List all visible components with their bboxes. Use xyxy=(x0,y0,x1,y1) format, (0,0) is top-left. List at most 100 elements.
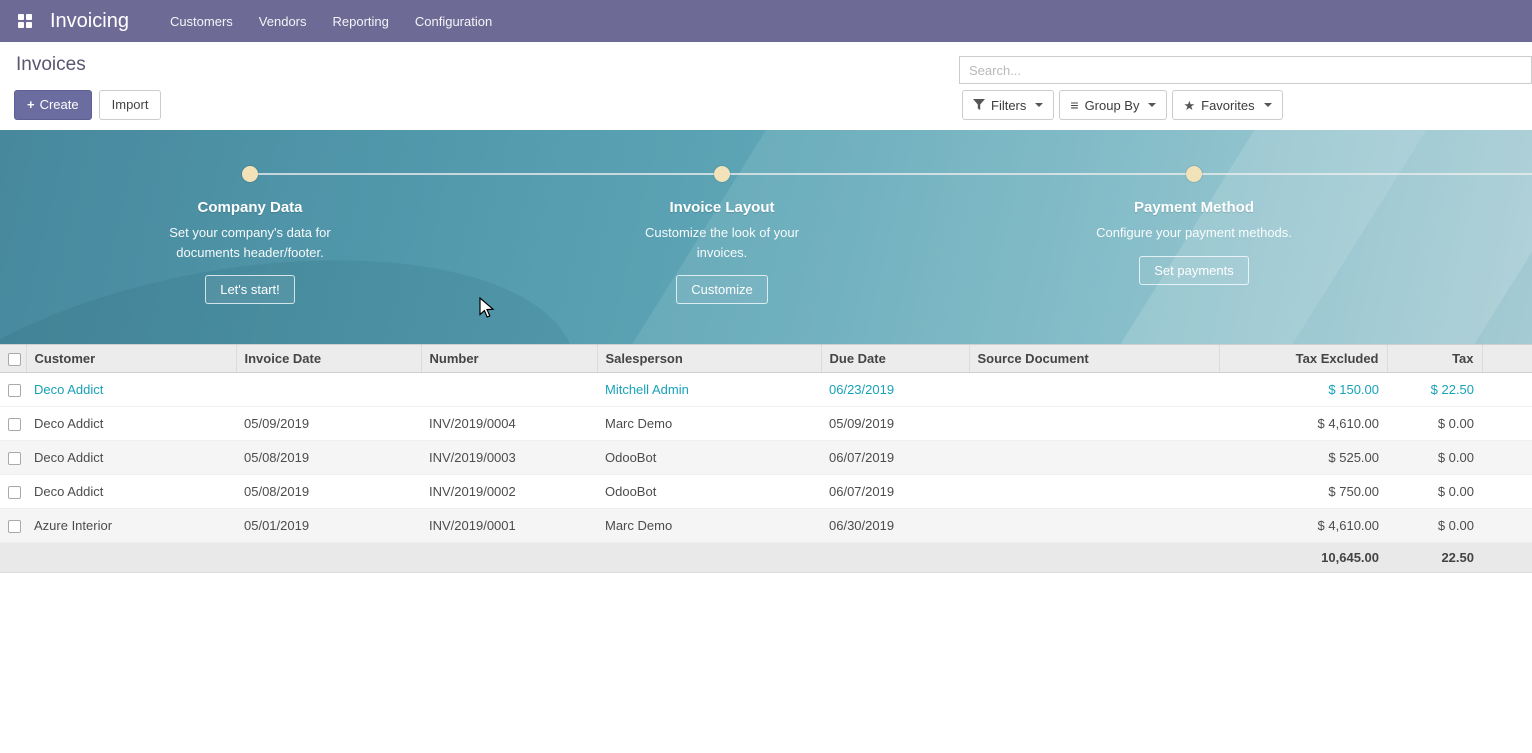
group-by-button[interactable]: ≡ Group By xyxy=(1059,90,1167,120)
checkbox-cell xyxy=(0,509,26,543)
cell-tax: $ 0.00 xyxy=(1387,407,1482,441)
cell-spacer xyxy=(1482,441,1532,475)
set-payments-button[interactable]: Set payments xyxy=(1139,256,1249,285)
cell-due-date: 06/07/2019 xyxy=(821,441,969,475)
onboarding-step-payment-method: Payment Method Configure your payment me… xyxy=(1044,166,1344,285)
row-checkbox[interactable] xyxy=(8,486,21,499)
apps-menu-icon[interactable] xyxy=(12,8,38,34)
checkbox-cell xyxy=(0,373,26,407)
search-options-bar: Filters ≡ Group By ★ Favorites xyxy=(962,90,1283,120)
checkbox-cell xyxy=(0,407,26,441)
cell-source-document xyxy=(969,441,1219,475)
column-header-number[interactable]: Number xyxy=(421,345,597,373)
step-marker-dot xyxy=(714,166,730,182)
create-button-label: Create xyxy=(40,97,79,112)
column-header-source-document[interactable]: Source Document xyxy=(969,345,1219,373)
list-icon: ≡ xyxy=(1070,98,1078,112)
cell-due-date: 06/07/2019 xyxy=(821,475,969,509)
step-title: Company Data xyxy=(197,199,302,216)
total-tax: 22.50 xyxy=(1387,543,1482,573)
cell-salesperson: Marc Demo xyxy=(597,509,821,543)
filters-button[interactable]: Filters xyxy=(962,90,1054,120)
nav-item-vendors[interactable]: Vendors xyxy=(246,0,320,42)
cell-tax-excluded: $ 4,610.00 xyxy=(1219,509,1387,543)
checkbox-cell xyxy=(0,441,26,475)
step-title: Payment Method xyxy=(1134,199,1254,216)
control-panel: Invoices + Create Import Filters ≡ Group … xyxy=(0,42,1532,130)
cell-customer: Deco Addict xyxy=(26,373,236,407)
favorites-button[interactable]: ★ Favorites xyxy=(1172,90,1282,120)
select-all-checkbox[interactable] xyxy=(8,353,21,366)
onboarding-step-company-data: Company Data Set your company's data for… xyxy=(100,166,400,304)
cell-number: INV/2019/0004 xyxy=(421,407,597,441)
nav-item-configuration[interactable]: Configuration xyxy=(402,0,505,42)
nav-item-customers[interactable]: Customers xyxy=(157,0,246,42)
cell-invoice-date: 05/08/2019 xyxy=(236,475,421,509)
cell-tax-excluded: $ 4,610.00 xyxy=(1219,407,1387,441)
cell-tax: $ 0.00 xyxy=(1387,441,1482,475)
app-brand[interactable]: Invoicing xyxy=(50,10,129,33)
create-button[interactable]: + Create xyxy=(14,90,92,120)
row-checkbox[interactable] xyxy=(8,418,21,431)
nav-menu: Customers Vendors Reporting Configuratio… xyxy=(157,0,505,42)
cell-salesperson: OdooBot xyxy=(597,475,821,509)
invoice-row[interactable]: Deco Addict 05/08/2019 INV/2019/0002 Odo… xyxy=(0,475,1532,509)
chevron-down-icon xyxy=(1035,103,1043,107)
top-navbar: Invoicing Customers Vendors Reporting Co… xyxy=(0,0,1532,42)
column-header-invoice-date[interactable]: Invoice Date xyxy=(236,345,421,373)
star-icon: ★ xyxy=(1183,99,1195,112)
cell-source-document xyxy=(969,407,1219,441)
step-marker-dot xyxy=(242,166,258,182)
nav-item-reporting[interactable]: Reporting xyxy=(320,0,402,42)
column-header-salesperson[interactable]: Salesperson xyxy=(597,345,821,373)
checkbox-cell xyxy=(0,475,26,509)
cell-number: INV/2019/0001 xyxy=(421,509,597,543)
invoice-row[interactable]: Deco Addict 05/09/2019 INV/2019/0004 Mar… xyxy=(0,407,1532,441)
row-checkbox[interactable] xyxy=(8,520,21,533)
column-header-tax-excluded[interactable]: Tax Excluded xyxy=(1219,345,1387,373)
cell-spacer xyxy=(1482,543,1532,573)
import-button[interactable]: Import xyxy=(99,90,162,120)
cell-tax: $ 22.50 xyxy=(1387,373,1482,407)
step-title: Invoice Layout xyxy=(669,199,774,216)
cell-due-date: 06/30/2019 xyxy=(821,509,969,543)
cell-spacer xyxy=(1482,509,1532,543)
cell-number: INV/2019/0002 xyxy=(421,475,597,509)
column-header-due-date[interactable]: Due Date xyxy=(821,345,969,373)
breadcrumb: Invoices xyxy=(16,54,86,76)
plus-icon: + xyxy=(27,97,35,112)
search-input[interactable] xyxy=(959,56,1532,84)
invoice-row[interactable]: Deco Addict Mitchell Admin 06/23/2019 $ … xyxy=(0,373,1532,407)
totals-row: 10,645.00 22.50 xyxy=(0,543,1532,573)
table-header-row: Customer Invoice Date Number Salesperson… xyxy=(0,345,1532,373)
cell-source-document xyxy=(969,373,1219,407)
step-description: Set your company's data for documents he… xyxy=(143,223,358,262)
cell-invoice-date: 05/08/2019 xyxy=(236,441,421,475)
cell-tax-excluded: $ 525.00 xyxy=(1219,441,1387,475)
onboarding-step-invoice-layout: Invoice Layout Customize the look of you… xyxy=(572,166,872,304)
invoices-table: Customer Invoice Date Number Salesperson… xyxy=(0,344,1532,573)
cell-salesperson: OdooBot xyxy=(597,441,821,475)
favorites-label: Favorites xyxy=(1201,98,1254,113)
step-description: Configure your payment methods. xyxy=(1096,223,1292,243)
column-header-customer[interactable]: Customer xyxy=(26,345,236,373)
customize-button[interactable]: Customize xyxy=(676,275,767,304)
cell-invoice-date: 05/09/2019 xyxy=(236,407,421,441)
lets-start-button[interactable]: Let's start! xyxy=(205,275,295,304)
cell-customer: Deco Addict xyxy=(26,407,236,441)
funnel-icon xyxy=(973,99,985,111)
filters-label: Filters xyxy=(991,98,1026,113)
cell-due-date: 05/09/2019 xyxy=(821,407,969,441)
invoice-row[interactable]: Deco Addict 05/08/2019 INV/2019/0003 Odo… xyxy=(0,441,1532,475)
total-tax-excluded: 10,645.00 xyxy=(1219,543,1387,573)
invoice-row[interactable]: Azure Interior 05/01/2019 INV/2019/0001 … xyxy=(0,509,1532,543)
cell-source-document xyxy=(969,509,1219,543)
cell-tax-excluded: $ 750.00 xyxy=(1219,475,1387,509)
column-header-tax[interactable]: Tax xyxy=(1387,345,1482,373)
row-checkbox[interactable] xyxy=(8,452,21,465)
cell-salesperson: Mitchell Admin xyxy=(597,373,821,407)
cell-customer: Deco Addict xyxy=(26,441,236,475)
cell-tax-excluded: $ 150.00 xyxy=(1219,373,1387,407)
row-checkbox[interactable] xyxy=(8,384,21,397)
group-by-label: Group By xyxy=(1085,98,1140,113)
